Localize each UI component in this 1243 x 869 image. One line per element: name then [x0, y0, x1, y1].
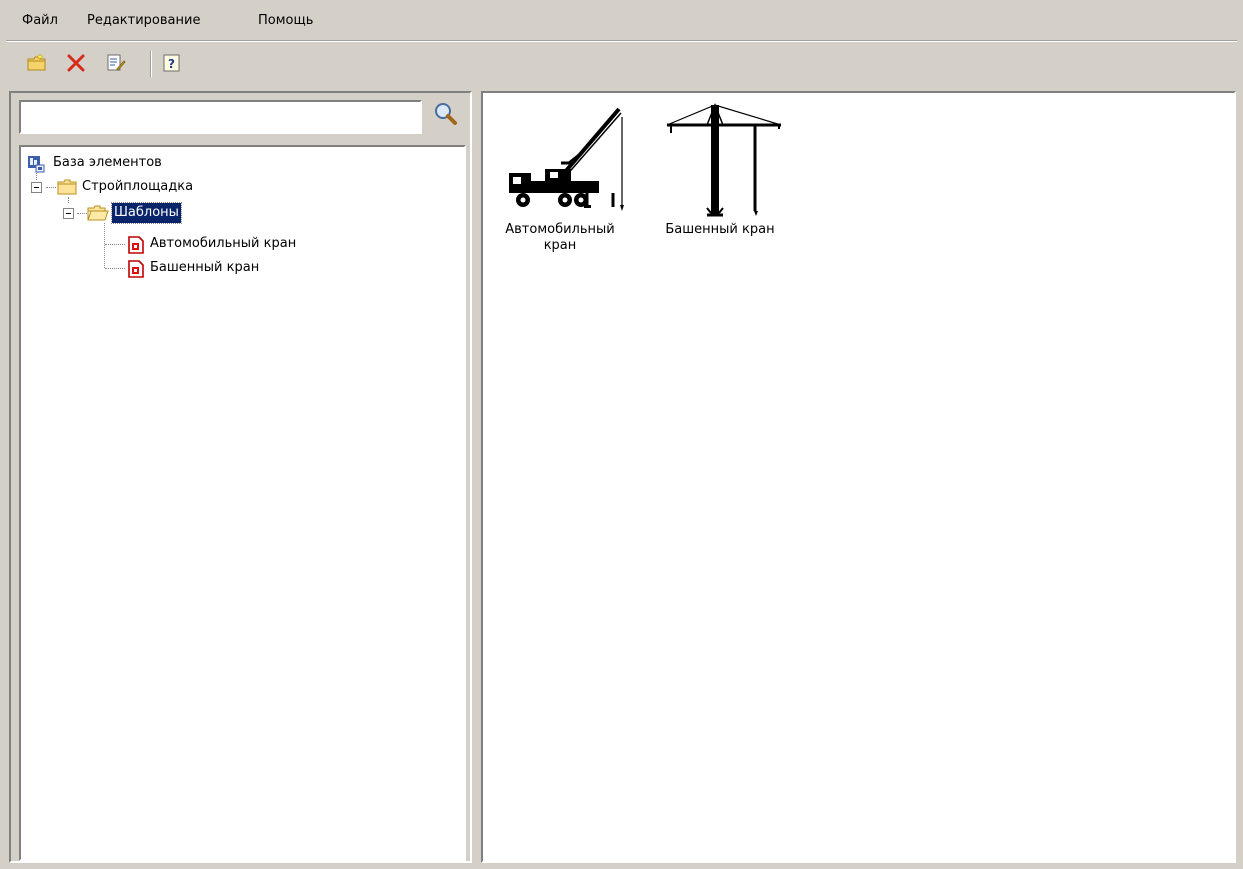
gallery-caption: кран — [543, 238, 577, 253]
gallery-panel: Автомобильный кран Башенный кран — [481, 91, 1236, 863]
search-button[interactable] — [433, 101, 463, 129]
gallery-item-tower-crane[interactable]: Башенный кран — [645, 95, 795, 238]
tower-crane-icon — [666, 102, 782, 217]
tree-node-shablony[interactable]: Шаблоны — [21, 202, 321, 224]
help-button[interactable]: ? — [160, 51, 184, 75]
new-folder-button[interactable] — [25, 51, 49, 75]
gallery-caption: Автомобильный — [505, 222, 615, 237]
tree-node-label: Стройплощадка — [82, 179, 194, 194]
help-icon: ? — [163, 54, 180, 72]
tree-node-root[interactable]: База элементов — [21, 152, 321, 174]
toolbar: ? — [0, 43, 1243, 88]
menu-file[interactable]: Файл — [18, 11, 62, 31]
tree-node-label: Башенный кран — [150, 260, 260, 275]
folder-icon — [57, 179, 77, 195]
menu-separator — [6, 40, 1237, 42]
search-icon — [435, 103, 457, 125]
svg-text:?: ? — [168, 57, 175, 71]
gallery-caption: Башенный кран — [665, 222, 775, 237]
gallery-item-mobile-crane[interactable]: Автомобильный кран — [485, 103, 635, 254]
menu-edit[interactable]: Редактирование — [83, 11, 204, 31]
tree-node-label: Шаблоны — [111, 202, 182, 224]
edit-properties-icon — [107, 54, 126, 71]
tree-node-label: Автомобильный кран — [150, 236, 297, 251]
edit-properties-button[interactable] — [104, 51, 128, 75]
menu-help[interactable]: Помощь — [254, 11, 317, 31]
database-icon — [28, 156, 45, 173]
delete-icon — [67, 54, 85, 72]
menu-bar: Файл Редактирование Помощь — [0, 0, 1243, 40]
tree-node-avtomobilnyy-kran[interactable]: Автомобильный кран — [21, 233, 351, 255]
element-tree: База элементов Стройплощадка Шаблоны Авт… — [19, 145, 466, 861]
new-folder-icon — [27, 53, 46, 71]
tree-node-bashennyy-kran[interactable]: Башенный кран — [21, 257, 351, 279]
template-icon — [128, 236, 144, 254]
folder-open-icon — [87, 205, 109, 221]
mobile-crane-icon — [509, 107, 624, 211]
delete-button[interactable] — [64, 51, 88, 75]
collapse-toggle[interactable] — [31, 182, 42, 193]
collapse-toggle[interactable] — [63, 208, 74, 219]
search-input[interactable] — [19, 100, 422, 134]
left-panel: База элементов Стройплощадка Шаблоны Авт… — [9, 91, 472, 863]
tree-node-stroyploshchadka[interactable]: Стройплощадка — [21, 176, 321, 198]
template-icon — [128, 260, 144, 278]
tree-node-label: База элементов — [53, 155, 162, 170]
toolbar-separator — [150, 51, 152, 77]
